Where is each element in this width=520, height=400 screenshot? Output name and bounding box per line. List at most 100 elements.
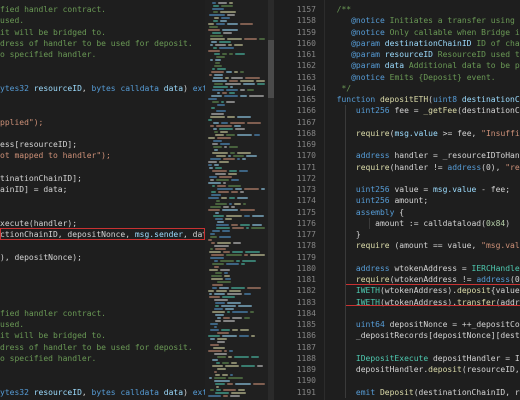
minimap-line xyxy=(214,74,223,76)
code-line[interactable]: emit Deposit(destinationChainID, resou xyxy=(327,387,520,398)
code-line[interactable]: @notice Only callable when Bridge is n xyxy=(327,27,520,38)
code-line[interactable]: dress of handler to be used for deposit. xyxy=(0,342,193,353)
right-editor-pane[interactable]: /** @notice Initiates a transfer using a… xyxy=(325,0,520,400)
minimap-line xyxy=(228,185,241,187)
minimap-line xyxy=(210,35,223,37)
minimap-line xyxy=(251,356,259,358)
code-line[interactable]: depositHandler.deposit(resourceID, des xyxy=(327,364,520,375)
minimap-line xyxy=(226,71,232,73)
code-token: ess[resourceID]; xyxy=(0,140,78,149)
line-number: 1165 xyxy=(296,95,316,104)
code-line[interactable]: @param resourceID ResourceID used to f xyxy=(327,49,520,60)
code-line[interactable]: function depositETH(uint8 destinationCha… xyxy=(327,94,520,105)
minimap-line xyxy=(216,125,232,127)
minimap-line xyxy=(212,101,219,103)
minimap-line xyxy=(251,335,255,337)
minimap-line xyxy=(212,68,215,70)
code-line[interactable]: require(msg.value >= fee, "Insufficien xyxy=(327,128,520,139)
minimap-line xyxy=(221,305,236,307)
code-line[interactable]: uint256 fee = _getFee(destinationChain xyxy=(327,105,520,116)
code-line[interactable]: o specified handler. xyxy=(0,49,96,60)
code-token: "msg.value a xyxy=(481,241,520,251)
code-token: uint8 xyxy=(432,95,462,104)
indent-guide xyxy=(345,105,346,398)
code-line[interactable]: pplied"); xyxy=(0,117,43,128)
minimap-line xyxy=(240,71,244,73)
code-line[interactable]: tinationChainID]; xyxy=(0,173,82,184)
code-line[interactable]: it will be bridged to. xyxy=(0,27,106,38)
code-line[interactable]: address wtokenAddress = IERCHandler(hand… xyxy=(327,263,520,274)
code-line[interactable]: ytes32 resourceID, bytes calldata data) … xyxy=(0,387,205,398)
code-line[interactable]: @notice Emits {Deposit} event. xyxy=(327,72,496,83)
code-line[interactable]: @param destinationChainID ID of chain xyxy=(327,38,520,49)
minimap-line xyxy=(236,260,240,262)
minimap-line xyxy=(209,14,225,16)
code-line[interactable]: } xyxy=(327,229,361,240)
code-line[interactable]: fied handler contract. xyxy=(0,4,106,15)
minimap-line xyxy=(252,215,264,217)
code-line[interactable]: uint64 depositNonce = ++_depositCounts xyxy=(327,319,520,330)
minimap-line xyxy=(211,275,222,277)
code-line[interactable]: o specified handler. xyxy=(0,353,96,364)
minimap-line xyxy=(241,263,245,265)
minimap[interactable] xyxy=(205,0,268,400)
minimap-line xyxy=(214,65,222,67)
code-line[interactable]: ot mapped to handler"); xyxy=(0,150,111,161)
minimap-line xyxy=(247,89,254,91)
minimap-line xyxy=(231,362,237,364)
code-line[interactable]: amount := calldataload(0x84) xyxy=(327,218,510,229)
minimap-line xyxy=(210,389,214,391)
code-line[interactable]: @notice Initiates a transfer using a s xyxy=(327,15,520,26)
code-line[interactable]: ), depositNonce); xyxy=(0,252,82,263)
code-token: assembly xyxy=(327,207,400,217)
code-line[interactable]: IDepositExecute depositHandler = IDepo xyxy=(327,353,520,364)
minimap-line xyxy=(245,77,260,79)
code-line[interactable]: _depositRecords[depositNonce][destinat xyxy=(327,330,520,341)
minimap-line xyxy=(213,11,218,13)
minimap-line xyxy=(213,215,224,217)
code-token: >= fee, xyxy=(437,128,482,138)
minimap-line xyxy=(221,101,224,103)
minimap-line xyxy=(215,167,222,169)
code-line[interactable]: ytes32 resourceID, bytes calldata data) … xyxy=(0,83,205,94)
code-line[interactable]: address handler = _resourceIDToHandler xyxy=(327,150,520,161)
code-line[interactable]: require (amount == value, "msg.value a xyxy=(327,240,520,251)
line-number: 1172 xyxy=(296,173,316,183)
minimap-line xyxy=(210,44,213,46)
minimap-line xyxy=(210,59,213,61)
code-token: require xyxy=(327,241,395,251)
minimap-line xyxy=(215,134,224,136)
code-line[interactable]: it will be bridged to. xyxy=(0,330,106,341)
code-line[interactable]: assembly { xyxy=(327,207,404,218)
minimap-line xyxy=(225,308,234,310)
code-token: dress of handler to be used for deposit. xyxy=(0,38,193,48)
code-token: ainID] = data; xyxy=(0,185,68,194)
minimap-line xyxy=(208,23,214,25)
minimap-line xyxy=(244,38,257,40)
code-line[interactable]: */ xyxy=(327,83,351,94)
minimap-line xyxy=(215,272,222,274)
code-line[interactable]: @param data Additional data to be pass xyxy=(327,60,520,71)
code-line[interactable]: uint256 amount; xyxy=(327,195,428,206)
code-token: , xyxy=(81,83,92,93)
code-line[interactable]: dress of handler to be used for deposit. xyxy=(0,38,193,49)
code-line[interactable]: used. xyxy=(0,319,24,330)
code-line[interactable]: /** xyxy=(327,4,351,15)
minimap-line xyxy=(226,215,242,217)
minimap-line xyxy=(227,116,235,118)
code-line[interactable]: used. xyxy=(0,15,24,26)
minimap-line xyxy=(214,371,217,373)
code-line[interactable]: require(handler != address(0), "resour xyxy=(327,162,520,173)
code-line[interactable]: uint256 value = msg.value - fee; xyxy=(327,184,510,195)
minimap-line xyxy=(221,122,228,124)
code-token: uint64 xyxy=(327,320,390,329)
minimap-line xyxy=(213,47,217,49)
code-line[interactable]: fied handler contract. xyxy=(0,308,106,319)
minimap-line xyxy=(212,185,215,187)
minimap-line xyxy=(216,200,220,202)
code-line[interactable]: ess[resourceID]; xyxy=(0,139,77,150)
minimap-line xyxy=(239,170,248,172)
left-editor-pane[interactable]: fied handler contract. used. it will be br… xyxy=(0,0,205,400)
minimap-line xyxy=(249,95,264,97)
code-line[interactable]: ainID] = data; xyxy=(0,184,67,195)
